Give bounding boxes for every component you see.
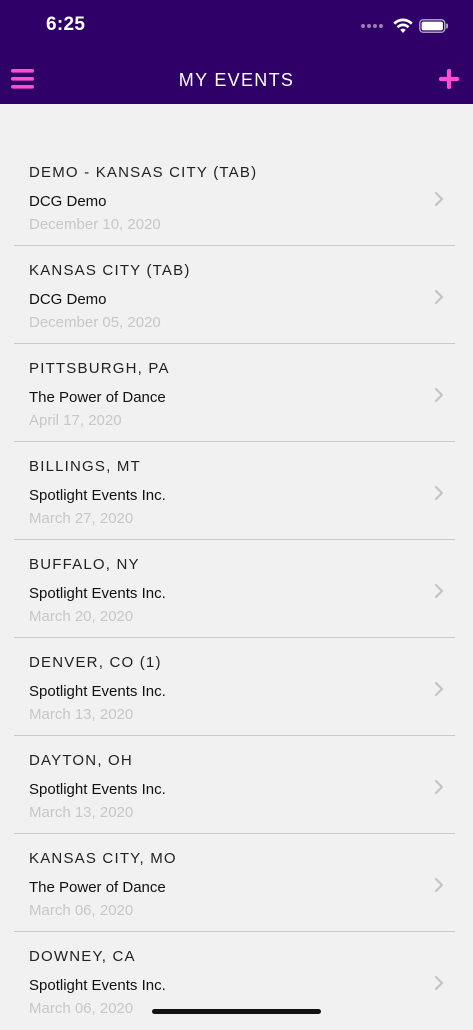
event-organizer: Spotlight Events Inc. <box>29 683 166 700</box>
event-date: March 13, 2020 <box>29 804 134 821</box>
chevron-right-icon <box>434 191 444 207</box>
event-date: March 06, 2020 <box>29 1000 134 1017</box>
event-organizer: The Power of Dance <box>29 879 166 896</box>
event-title: DEMO - KANSAS CITY (TAB) <box>29 164 258 181</box>
event-organizer: The Power of Dance <box>29 389 166 406</box>
cellular-signal-icon <box>361 24 383 28</box>
event-date: March 20, 2020 <box>29 608 134 625</box>
chevron-right-icon <box>434 877 444 893</box>
event-organizer: DCG Demo <box>29 291 107 308</box>
event-date: March 27, 2020 <box>29 510 134 527</box>
event-organizer: Spotlight Events Inc. <box>29 487 166 504</box>
plus-icon[interactable] <box>438 68 460 90</box>
chevron-right-icon <box>434 485 444 501</box>
event-list: DEMO - KANSAS CITY (TAB) DCG Demo Decemb… <box>0 148 473 1030</box>
chevron-right-icon <box>434 975 444 991</box>
status-icons <box>361 14 449 38</box>
chevron-right-icon <box>434 289 444 305</box>
home-indicator[interactable] <box>152 1009 321 1014</box>
event-organizer: Spotlight Events Inc. <box>29 781 166 798</box>
event-list-item[interactable]: DENVER, CO (1) Spotlight Events Inc. Mar… <box>14 638 455 736</box>
event-title: DAYTON, OH <box>29 752 133 769</box>
event-title: KANSAS CITY (TAB) <box>29 262 191 279</box>
event-title: PITTSBURGH, PA <box>29 360 170 377</box>
event-title: KANSAS CITY, MO <box>29 850 177 867</box>
event-title: BILLINGS, MT <box>29 458 141 475</box>
event-list-item[interactable]: DOWNEY, CA Spotlight Events Inc. March 0… <box>14 932 455 1030</box>
event-list-item[interactable]: KANSAS CITY (TAB) DCG Demo December 05, … <box>14 246 455 344</box>
chevron-right-icon <box>434 681 444 697</box>
event-list-item[interactable]: KANSAS CITY, MO The Power of Dance March… <box>14 834 455 932</box>
event-date: March 06, 2020 <box>29 902 134 919</box>
chevron-right-icon <box>434 583 444 599</box>
status-time: 6:25 <box>46 14 86 35</box>
event-title: BUFFALO, NY <box>29 556 140 573</box>
event-organizer: Spotlight Events Inc. <box>29 585 166 602</box>
event-list-item[interactable]: PITTSBURGH, PA The Power of Dance April … <box>14 344 455 442</box>
event-date: March 13, 2020 <box>29 706 134 723</box>
event-date: April 17, 2020 <box>29 412 122 429</box>
battery-icon <box>419 19 448 33</box>
chevron-right-icon <box>434 387 444 403</box>
event-organizer: DCG Demo <box>29 193 107 210</box>
app-header: 6:25 MY EVENTS <box>0 0 473 104</box>
event-date: December 10, 2020 <box>29 216 161 233</box>
chevron-right-icon <box>434 779 444 795</box>
event-organizer: Spotlight Events Inc. <box>29 977 166 994</box>
event-title: DOWNEY, CA <box>29 948 136 965</box>
event-list-item[interactable]: BILLINGS, MT Spotlight Events Inc. March… <box>14 442 455 540</box>
event-date: December 05, 2020 <box>29 314 161 331</box>
event-list-item[interactable]: BUFFALO, NY Spotlight Events Inc. March … <box>14 540 455 638</box>
wifi-icon <box>393 18 413 33</box>
event-list-item[interactable]: DAYTON, OH Spotlight Events Inc. March 1… <box>14 736 455 834</box>
event-title: DENVER, CO (1) <box>29 654 162 671</box>
event-list-item[interactable]: DEMO - KANSAS CITY (TAB) DCG Demo Decemb… <box>14 148 455 246</box>
page-title: MY EVENTS <box>178 70 295 90</box>
